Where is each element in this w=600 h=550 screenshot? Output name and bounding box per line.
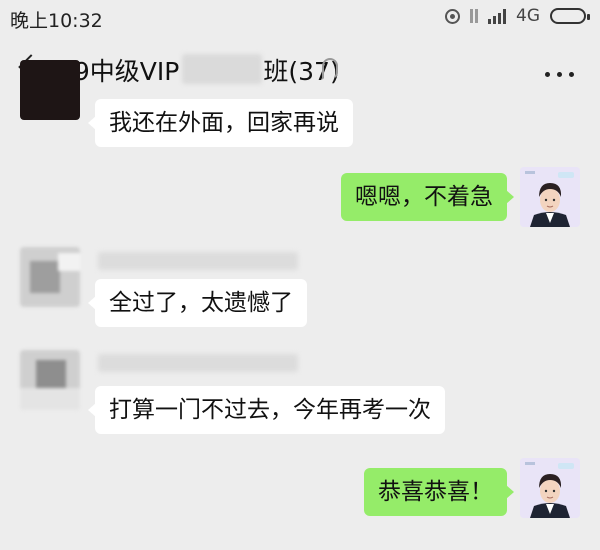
avatar[interactable]	[520, 167, 580, 227]
message-bubble[interactable]: 我还在外面，回家再说	[88, 99, 353, 147]
sender-name-redaction	[98, 354, 298, 372]
location-icon	[445, 8, 460, 24]
data-transfer-icon	[470, 9, 478, 23]
signal-icon	[488, 8, 506, 24]
message-text: 打算一门不过去，今年再考一次	[109, 397, 431, 423]
avatar[interactable]	[20, 350, 80, 410]
status-time: 晚上10:32	[10, 10, 103, 32]
message-text: 全过了，太遗憾了	[109, 290, 293, 316]
user-avatar-illustration	[520, 458, 580, 518]
message-bubble[interactable]: 打算一门不过去，今年再考一次	[88, 386, 445, 434]
message-text: 我还在外面，回家再说	[109, 110, 339, 136]
avatar[interactable]	[520, 458, 580, 518]
title-redaction	[182, 54, 262, 84]
chat-header: 19中级VIP 班(37)	[0, 36, 600, 100]
message-text: 恭喜恭喜！	[378, 479, 493, 505]
ear-mode-icon	[322, 58, 338, 80]
battery-icon	[550, 8, 590, 24]
avatar[interactable]	[20, 247, 80, 307]
message-text: 嗯嗯，不着急	[355, 184, 493, 210]
message-bubble[interactable]: 嗯嗯，不着急	[341, 173, 514, 221]
user-avatar-illustration	[520, 167, 580, 227]
status-icons: 4G	[445, 6, 590, 26]
sender-name-redaction	[98, 252, 298, 270]
more-icon[interactable]	[545, 72, 574, 77]
message-bubble[interactable]: 全过了，太遗憾了	[88, 279, 307, 327]
avatar[interactable]	[20, 60, 80, 120]
network-type: 4G	[516, 6, 540, 26]
message-bubble[interactable]: 恭喜恭喜！	[364, 468, 514, 516]
status-bar: 晚上10:32 4G	[0, 0, 600, 36]
